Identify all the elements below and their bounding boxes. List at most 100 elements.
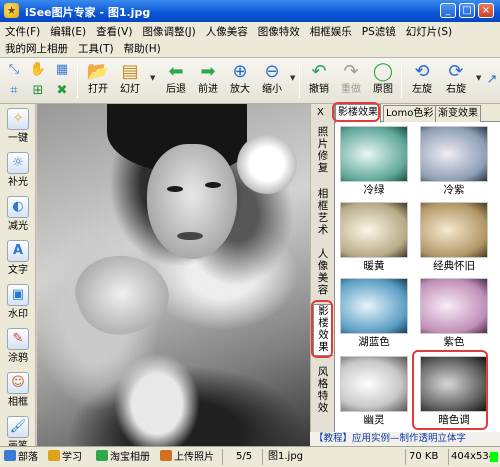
- tab-lomo-color[interactable]: Lomo色彩: [383, 105, 437, 122]
- effect-cool-green[interactable]: 冷绿: [339, 126, 409, 197]
- highlight-dark-tone: [412, 350, 488, 430]
- menu-tools[interactable]: 工具(T): [73, 41, 119, 56]
- tool-label: 一键: [8, 133, 28, 144]
- watermark-icon: ▣: [7, 284, 29, 306]
- menu-file[interactable]: 文件(F): [0, 24, 45, 39]
- album-icon: [96, 450, 108, 461]
- tool-label: 涂鸦: [8, 353, 28, 364]
- tool-frame[interactable]: ☺ 相框: [0, 368, 36, 412]
- tool-text[interactable]: A 文字: [0, 236, 36, 280]
- brush-icon: 🖌: [7, 416, 29, 438]
- menu-frame-fun[interactable]: 相框娱乐: [305, 24, 357, 39]
- status-learn-link[interactable]: 学习: [48, 450, 82, 465]
- left-toolbar: ✧ 一键 ☼ 补光 ◐ 减光 A 文字 ▣ 水印 ✎ 涂鸦 ☺ 相框 🖌 画笔: [0, 104, 36, 454]
- doodle-icon: ✎: [7, 328, 29, 350]
- tool-doodle[interactable]: ✎ 涂鸦: [0, 324, 36, 368]
- menu-image-effects[interactable]: 图像特效: [253, 24, 305, 39]
- menu-portrait-beauty[interactable]: 人像美容: [201, 24, 253, 39]
- effect-caption: 冷绿: [363, 184, 385, 196]
- tool-fill-light[interactable]: ☼ 补光: [0, 148, 36, 192]
- status-taobao-album-link[interactable]: 淘宝相册: [96, 450, 150, 465]
- tab-photo-repair[interactable]: 照片修复: [313, 126, 333, 174]
- tool-reduce-light[interactable]: ◐ 减光: [0, 192, 36, 236]
- effect-ghost[interactable]: 幽灵: [339, 356, 409, 427]
- menu-online-album[interactable]: 我的网上相册: [0, 41, 73, 56]
- original-button[interactable]: ◯ 原图: [367, 61, 399, 103]
- hand-icon[interactable]: ✋: [28, 60, 48, 80]
- image-canvas[interactable]: [37, 104, 310, 454]
- title-bar: ★ iSee图片专家 - 图1.jpg _ □ ×: [0, 0, 500, 22]
- status-upload-link[interactable]: 上传照片: [160, 450, 214, 465]
- photo-hand: [66, 241, 178, 347]
- effect-caption: 暖黄: [363, 260, 385, 272]
- brighten-icon: ☼: [7, 152, 29, 174]
- panel-close-button[interactable]: X: [317, 107, 324, 118]
- slideshow-icon: ▤: [121, 61, 139, 82]
- status-label: 部落: [18, 452, 38, 463]
- learn-icon: [48, 450, 60, 461]
- minimize-button[interactable]: _: [440, 3, 456, 18]
- fit-icon[interactable]: ⊞: [28, 81, 48, 101]
- grid-icon[interactable]: ▦: [52, 60, 72, 80]
- tool-one-click[interactable]: ✧ 一键: [0, 104, 36, 148]
- tab-style-effects[interactable]: 风格特效: [313, 366, 333, 414]
- tool-label: 补光: [8, 177, 28, 188]
- effect-thumbnail: [340, 202, 408, 258]
- arrows-icon[interactable]: ⤡: [4, 60, 24, 80]
- tool-label: 减光: [8, 221, 28, 232]
- text-icon: A: [7, 240, 29, 262]
- zoom-out-icon: ⊖: [264, 61, 280, 82]
- menu-row-secondary: 我的网上相册 工具(T) 帮助(H): [0, 40, 166, 57]
- tab-gradient-effect[interactable]: 渐变效果: [435, 105, 481, 122]
- status-color-swatch: [490, 452, 498, 462]
- status-separator: [262, 449, 263, 465]
- effect-thumbnail: [420, 278, 488, 334]
- effect-caption: 冷紫: [443, 184, 465, 196]
- status-bar: 部落 学习 淘宝相册 上传照片 5/5 图1.jpg 70 KB 404x534: [0, 446, 500, 467]
- menu-ps-filters[interactable]: PS滤镜: [357, 24, 401, 39]
- zoom-out-button[interactable]: ⊖ 缩小: [256, 61, 288, 103]
- status-label: 上传照片: [174, 452, 214, 463]
- effect-warm-yellow[interactable]: 暖黄: [339, 202, 409, 273]
- effect-lake-blue[interactable]: 湖蓝色: [339, 278, 409, 349]
- more-icon[interactable]: ↗: [482, 70, 500, 90]
- tab-frame-art[interactable]: 相框艺术: [313, 188, 333, 236]
- effect-thumbnail: [340, 356, 408, 412]
- tutorial-link[interactable]: 【教程】应用实例—制作透明立体字: [310, 432, 500, 446]
- slideshow-button[interactable]: ▤ 幻灯: [114, 61, 146, 103]
- menu-row-main: 文件(F) 编辑(E) 查看(V) 图像调整(J) 人像美容 图像特效 相框娱乐…: [0, 23, 457, 40]
- undo-icon: ↶: [311, 61, 327, 82]
- highlight-studio-category: [311, 300, 333, 358]
- menu-image-adjust[interactable]: 图像调整(J): [137, 24, 200, 39]
- slideshow-dropdown-arrow[interactable]: ▼: [150, 74, 155, 82]
- tab-portrait-beauty[interactable]: 人像美容: [313, 248, 333, 296]
- arrow-left-icon: ⬅: [168, 61, 184, 82]
- menu-slideshow[interactable]: 幻灯片(S): [401, 24, 457, 39]
- menu-edit[interactable]: 编辑(E): [45, 24, 91, 39]
- highlight-studio-tab: [332, 102, 380, 122]
- maximize-button[interactable]: □: [459, 3, 475, 18]
- arrow-right-icon: ➡: [200, 61, 216, 82]
- effect-caption: 紫色: [443, 336, 465, 348]
- tool-watermark[interactable]: ▣ 水印: [0, 280, 36, 324]
- rotate-right-button[interactable]: ⟳ 右旋: [440, 61, 472, 103]
- status-dimensions: 404x534: [451, 451, 496, 462]
- magic-wand-icon: ✧: [7, 108, 29, 130]
- rotate-dropdown-arrow[interactable]: ▼: [476, 74, 481, 82]
- effect-purple[interactable]: 紫色: [419, 278, 489, 349]
- redo-icon: ↷: [343, 61, 359, 82]
- upload-icon: [160, 450, 172, 461]
- close-button[interactable]: ×: [478, 3, 494, 18]
- status-page: 5/5: [236, 451, 253, 462]
- photo-flower: [237, 134, 297, 194]
- status-tribe-link[interactable]: 部落: [4, 450, 38, 465]
- delete-icon[interactable]: ✖: [52, 81, 72, 101]
- zoom-dropdown-arrow[interactable]: ▼: [290, 74, 295, 82]
- effect-classic-nostalgia[interactable]: 经典怀旧: [419, 202, 489, 273]
- effect-cool-purple[interactable]: 冷紫: [419, 126, 489, 197]
- menu-view[interactable]: 查看(V): [91, 24, 137, 39]
- menu-help[interactable]: 帮助(H): [119, 41, 166, 56]
- crop-icon[interactable]: ⌗: [4, 81, 24, 101]
- status-label: 学习: [62, 452, 82, 463]
- status-filesize: 70 KB: [409, 451, 439, 462]
